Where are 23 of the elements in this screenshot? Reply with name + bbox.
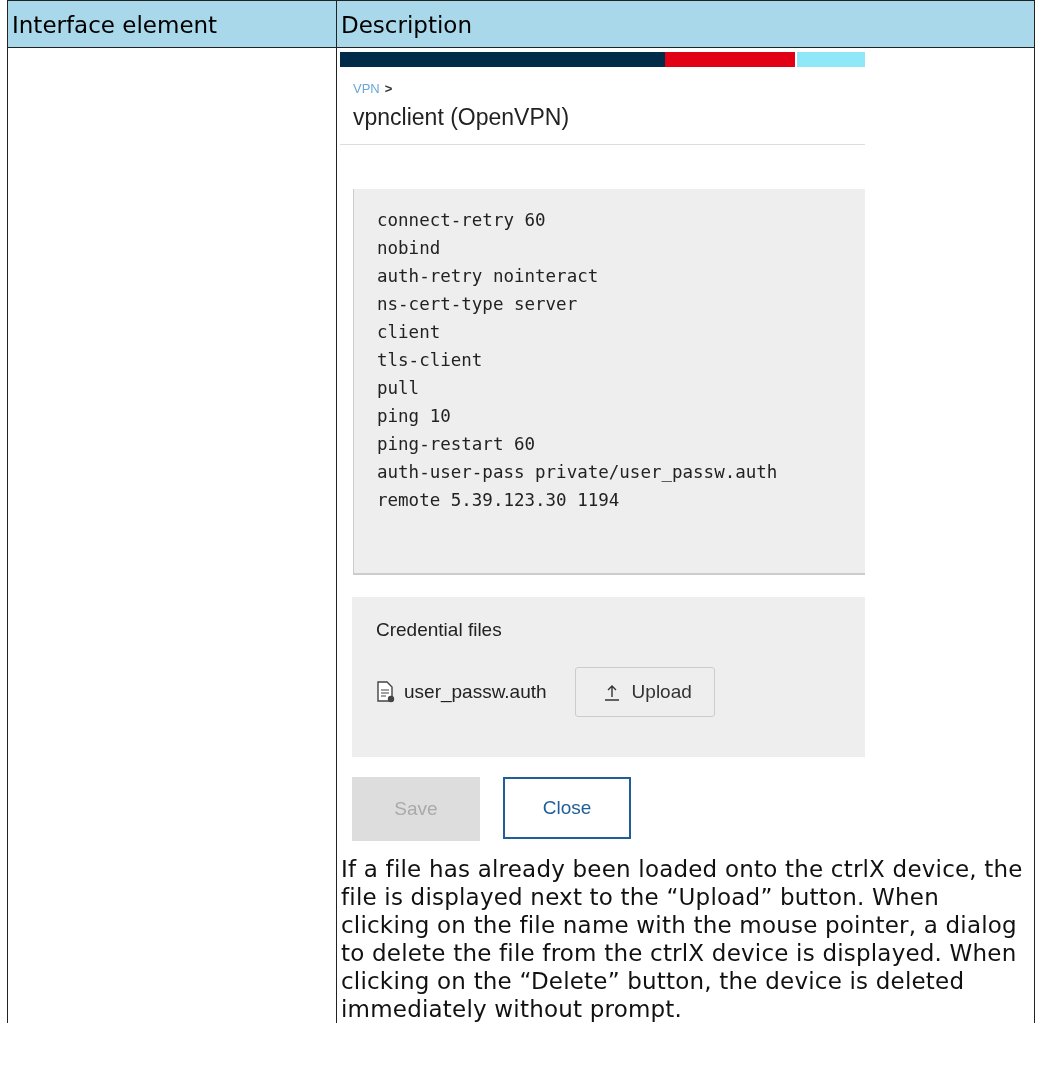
upload-icon xyxy=(603,683,620,701)
config-line: nobind xyxy=(377,237,442,260)
page-title: vpnclient (OpenVPN) xyxy=(352,103,571,132)
config-line: ns-cert-type server xyxy=(377,293,579,316)
config-line: auth-retry nointeract xyxy=(377,265,600,288)
breadcrumb-separator: > xyxy=(384,81,393,96)
column-header: Description xyxy=(336,0,1035,48)
config-line: tls-client xyxy=(377,349,484,372)
column-header: Interface element xyxy=(7,0,337,48)
config-text-area[interactable]: connect-retry 60 nobind auth-retry nointeract ns-cert-type server client tls-client pull ping 10 ping-restart 60 auth-user-pass private/user_passw.auth remote 5.39.123.30 1194 xyxy=(353,189,865,575)
close-button[interactable]: Close xyxy=(503,777,631,839)
panel-heading: Credential files xyxy=(376,619,503,641)
config-line: ping 10 xyxy=(377,405,452,428)
config-line: ping-restart 60 xyxy=(377,433,537,456)
config-line: connect-retry 60 xyxy=(377,209,547,232)
upload-button[interactable]: Upload xyxy=(574,667,715,717)
file-link[interactable]: user_passw.auth xyxy=(404,681,547,703)
description-text: If a file has already been loaded onto the ctrlX device, the file is displayed next to the “Upload” button. When clicking on the file name with the mouse pointer, a dialog to delete the file from the ctrlX device is displayed. When clicking on the “Delete” button, the device is deleted immediately without prompt. xyxy=(341,855,1024,1023)
config-line: remote 5.39.123.30 1194 xyxy=(377,489,621,512)
config-line: pull xyxy=(377,377,421,400)
config-line: auth-user-pass private/user_passw.auth xyxy=(377,461,779,484)
file-icon xyxy=(376,681,396,703)
config-line: client xyxy=(377,321,442,344)
